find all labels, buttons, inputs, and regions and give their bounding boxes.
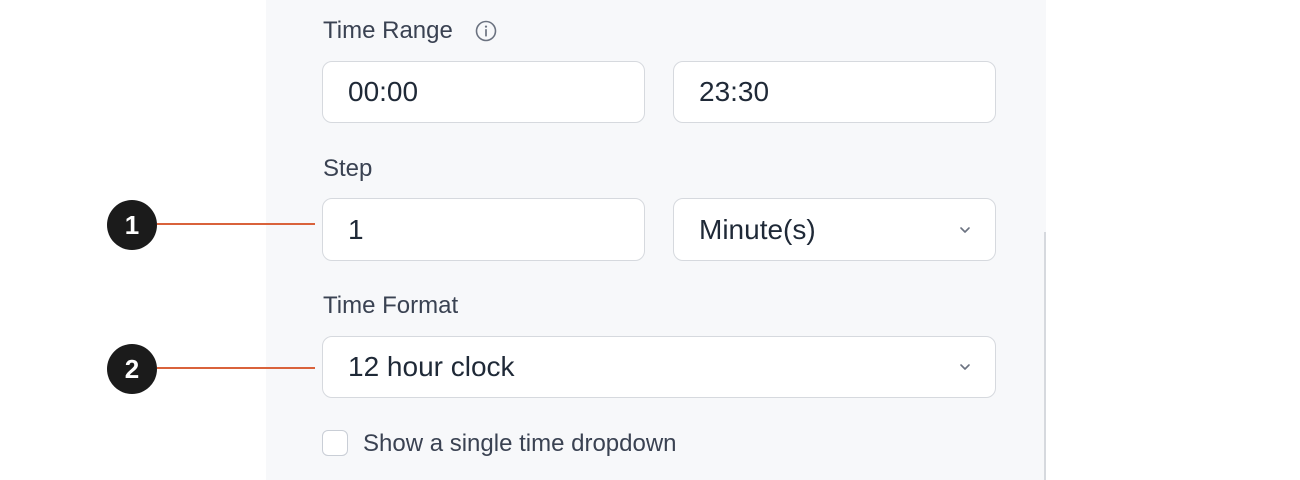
single-dropdown-checkbox[interactable] <box>322 430 348 456</box>
time-range-end-input[interactable]: 23:30 <box>673 61 996 123</box>
info-icon[interactable] <box>474 19 498 43</box>
step-unit-text: Minute(s) <box>699 213 816 245</box>
callout-leader-line-2 <box>157 367 315 369</box>
step-value-input[interactable]: 1 <box>322 198 645 261</box>
single-dropdown-label[interactable]: Show a single time dropdown <box>363 430 677 458</box>
time-format-value: 12 hour clock <box>348 351 515 382</box>
time-format-select[interactable]: 12 hour clock <box>322 336 996 398</box>
chevron-down-icon <box>960 226 970 233</box>
time-range-start-value: 00:00 <box>348 76 419 107</box>
scrollbar-track[interactable] <box>1044 232 1046 480</box>
chevron-down-icon <box>960 364 970 370</box>
step-label: Step <box>323 155 373 182</box>
step-value-text: 1 <box>348 213 364 245</box>
callout-leader-line-1 <box>157 223 315 225</box>
time-range-label: Time Range <box>323 17 453 44</box>
time-format-label: Time Format <box>323 292 459 319</box>
time-range-start-input[interactable]: 00:00 <box>322 61 645 123</box>
callout-badge-1: 1 <box>107 200 157 250</box>
time-range-end-value: 23:30 <box>699 76 770 107</box>
step-unit-select[interactable]: Minute(s) <box>673 198 996 261</box>
callout-badge-2: 2 <box>107 344 157 394</box>
